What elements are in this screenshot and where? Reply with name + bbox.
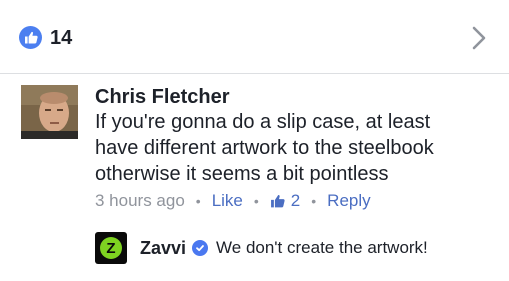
verified-badge-icon xyxy=(192,240,209,256)
reactions-bar: 14 xyxy=(0,0,509,74)
like-button[interactable]: Like xyxy=(212,189,243,213)
comment-author[interactable]: Chris Fletcher xyxy=(95,84,229,110)
reply-author[interactable]: Zavvi xyxy=(140,238,186,259)
comment-actions: 3 hours ago • Like • 2 • Reply xyxy=(95,189,371,213)
separator: • xyxy=(195,193,201,209)
zavvi-logo-letter: Z xyxy=(100,237,122,259)
reaction-count[interactable]: 14 xyxy=(50,25,72,51)
reply-text: We don't create the artwork! xyxy=(216,238,428,257)
reply-button[interactable]: Reply xyxy=(327,189,370,213)
comment-like-count[interactable]: 2 xyxy=(291,189,300,213)
separator: • xyxy=(253,193,259,209)
reply-preview[interactable]: Z Zavvi We don't create the artwork! xyxy=(95,232,428,264)
avatar[interactable] xyxy=(21,85,78,139)
thumbs-up-icon xyxy=(270,194,285,208)
separator: • xyxy=(311,193,317,209)
chevron-right-icon[interactable] xyxy=(466,24,492,52)
comment-text: If you're gonna do a slip case, at least… xyxy=(95,111,434,185)
comment-timestamp: 3 hours ago xyxy=(95,191,185,210)
like-icon[interactable] xyxy=(19,26,42,49)
zavvi-logo[interactable]: Z xyxy=(95,232,127,264)
